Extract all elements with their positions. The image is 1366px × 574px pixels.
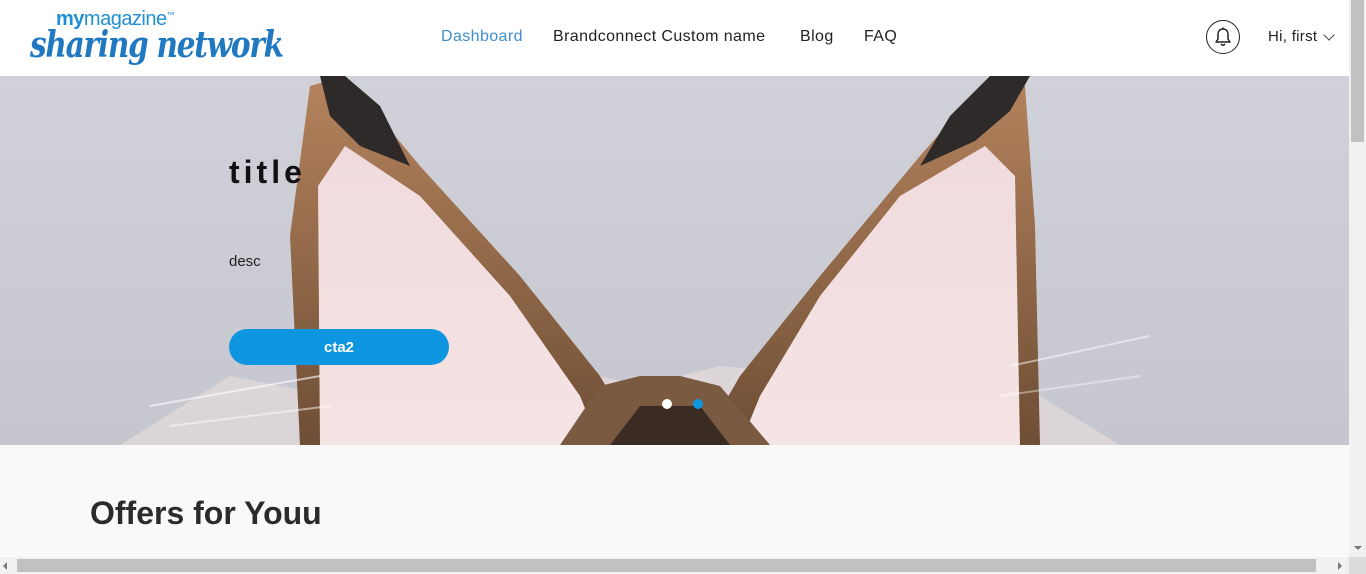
bell-icon (1215, 27, 1231, 46)
nav-link-blog[interactable]: Blog (800, 28, 834, 46)
carousel-indicators (662, 399, 703, 409)
carousel-dot-2[interactable] (693, 399, 703, 409)
nav-link-dashboard[interactable]: Dashboard (441, 28, 523, 46)
nav-link-faq[interactable]: FAQ (864, 28, 897, 46)
vertical-scrollbar-thumb[interactable] (1351, 0, 1364, 142)
hero-cta-button[interactable]: cta2 (229, 329, 449, 365)
notifications-button[interactable] (1206, 20, 1240, 54)
nav-link-brandconnect[interactable]: Brandconnect Custom name (553, 28, 765, 46)
horizontal-scrollbar[interactable] (0, 557, 1349, 574)
top-navigation-bar: mymagazine™ sharing network Dashboard Br… (0, 0, 1349, 76)
chevron-down-icon (1323, 28, 1336, 41)
user-menu[interactable]: Hi, first (1268, 28, 1336, 45)
scrollbar-corner (1349, 557, 1366, 574)
hero-title: title (229, 154, 306, 190)
hero-description: desc (229, 253, 261, 270)
horizontal-scrollbar-thumb[interactable] (17, 559, 1316, 572)
scroll-down-arrow-icon[interactable] (1354, 546, 1362, 550)
scroll-right-arrow-icon[interactable] (1338, 562, 1342, 570)
offers-section-title: Offers for Youu (90, 495, 322, 531)
hero-background-image (0, 76, 1349, 445)
mymagazine-sharing-network-logo[interactable]: mymagazine™ sharing network (30, 8, 284, 68)
scroll-left-arrow-icon[interactable] (3, 562, 7, 570)
carousel-dot-1[interactable] (662, 399, 672, 409)
vertical-scrollbar[interactable] (1349, 0, 1366, 557)
hero-carousel: title desc cta2 (0, 76, 1349, 445)
logo-bottom-text: sharing network (30, 24, 284, 66)
user-greeting: Hi, first (1268, 28, 1318, 45)
